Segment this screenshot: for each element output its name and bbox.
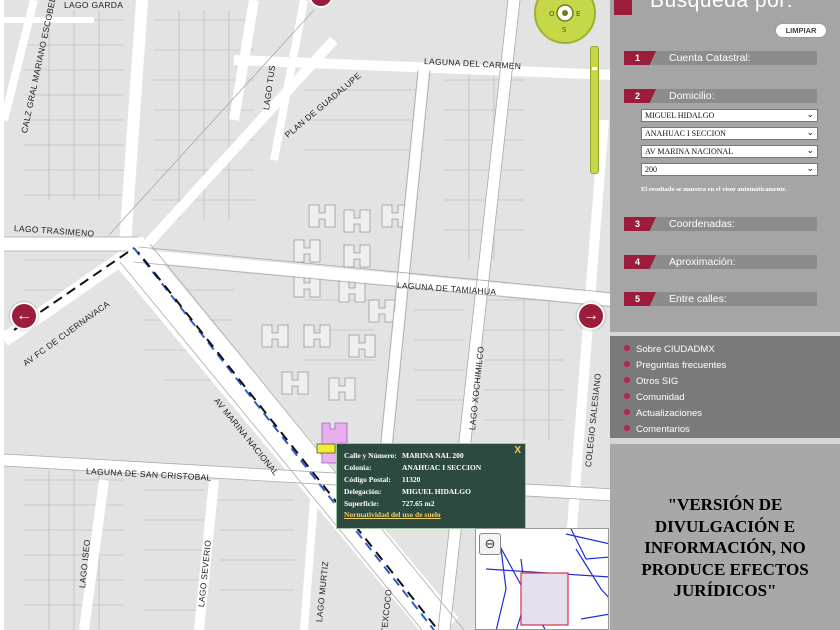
- section-entre-calles[interactable]: 5 Entre calles:: [624, 292, 817, 306]
- overview-map[interactable]: ⊖: [475, 528, 609, 630]
- popup-row: Delegación: MIGUEL HIDALGO: [344, 486, 518, 498]
- section-aproximacion[interactable]: 4 Aproximación:: [624, 255, 817, 269]
- sidebar: Búsqueda por: LIMPIAR 1 Cuenta Catastral…: [610, 0, 840, 630]
- numero-select[interactable]: 200 ⌄: [641, 163, 818, 176]
- legal-disclaimer: "VERSIÓN DE DIVULGACIÓN E INFORMACIÓN, N…: [641, 495, 809, 600]
- popup-row: Colonia: ANAHUAC I SECCION: [344, 462, 518, 474]
- svg-text:S: S: [562, 26, 567, 34]
- popup-close-button[interactable]: X: [514, 445, 521, 456]
- zoom-out-icon: ⊖: [484, 536, 496, 551]
- bullet-icon: [624, 345, 630, 351]
- numero-value: 200: [645, 165, 657, 174]
- delegacion-select[interactable]: MIGUEL HIDALGO ⌄: [641, 109, 818, 122]
- clear-button[interactable]: LIMPIAR: [776, 24, 826, 37]
- link-preguntas-frecuentes[interactable]: Preguntas frecuentes: [624, 360, 726, 371]
- popup-row: Código Postal: 11320: [344, 474, 518, 486]
- chevron-down-icon: ⌄: [806, 164, 814, 174]
- link-otros-sig[interactable]: Otros SIG: [624, 376, 678, 387]
- popup-key: Superficie:: [344, 499, 379, 508]
- link-sobre-ciudadmx[interactable]: Sobre CIUDADMX: [624, 344, 715, 355]
- section-number: 4: [624, 255, 656, 269]
- section-number: 1: [624, 51, 656, 65]
- bullet-icon: [624, 377, 630, 383]
- section-number: 3: [624, 217, 656, 231]
- bullet-icon: [624, 409, 630, 415]
- auto-result-note: El resultado se muestra en el visor auto…: [641, 186, 787, 193]
- popup-value: 727.65 m2: [402, 499, 435, 508]
- colonia-value: ANAHUAC I SECCION: [645, 129, 726, 138]
- section-label: Cuenta Catastral:: [669, 52, 751, 64]
- chevron-down-icon: ⌄: [806, 146, 814, 156]
- disclaimer-panel: "VERSIÓN DE DIVULGACIÓN E INFORMACIÓN, N…: [610, 438, 840, 630]
- link-label: Sobre CIUDADMX: [636, 344, 715, 355]
- link-label: Comunidad: [636, 392, 685, 403]
- popup-value: MIGUEL HIDALGO: [402, 487, 471, 496]
- search-title: Búsqueda por:: [650, 0, 794, 12]
- links-panel: Sobre CIUDADMX Preguntas frecuentes Otro…: [610, 332, 840, 438]
- map-viewer[interactable]: LAGO GARDA CALZ GRAL MARIANO ESCOBEDO LA…: [0, 0, 610, 630]
- chevron-down-icon: ⌄: [806, 110, 814, 120]
- pan-left-button[interactable]: ←: [10, 302, 38, 330]
- app-root: LAGO GARDA CALZ GRAL MARIANO ESCOBEDO LA…: [0, 0, 840, 630]
- popup-value: MARINA NAL 200: [402, 451, 464, 460]
- popup-key: Colonia:: [344, 463, 372, 472]
- popup-key: Delegación:: [344, 487, 382, 496]
- compass-icon: O E S +: [549, 4, 580, 34]
- section-number: 2: [624, 89, 656, 103]
- compass-control[interactable]: O E S +: [534, 0, 596, 44]
- link-actualizaciones[interactable]: Actualizaciones: [624, 408, 702, 419]
- calle-select[interactable]: AV MARINA NACIONAL ⌄: [641, 145, 818, 158]
- colonia-select[interactable]: ANAHUAC I SECCION ⌄: [641, 127, 818, 140]
- arrow-left-icon: ←: [16, 307, 32, 324]
- section-label: Coordenadas:: [669, 218, 735, 230]
- svg-text:E: E: [576, 10, 580, 18]
- section-coordenadas[interactable]: 3 Coordenadas:: [624, 217, 817, 231]
- search-panel: Búsqueda por: LIMPIAR 1 Cuenta Catastral…: [610, 0, 840, 332]
- popup-row: Calle y Número: MARINA NAL 200: [344, 450, 518, 462]
- link-label: Preguntas frecuentes: [636, 360, 727, 371]
- link-label: Actualizaciones: [636, 408, 703, 419]
- popup-value: ANAHUAC I SECCION: [402, 463, 482, 472]
- popup-row: Superficie: 727.65 m2: [344, 498, 518, 510]
- parcel-info-popup: X Calle y Número: MARINA NAL 200 Colonia…: [336, 443, 526, 529]
- arrow-right-icon: →: [583, 307, 599, 324]
- pan-right-button[interactable]: →: [577, 302, 605, 330]
- link-comunidad[interactable]: Comunidad: [624, 392, 685, 403]
- popup-value: 11320: [402, 475, 421, 484]
- section-label: Domicilio:: [669, 90, 715, 102]
- link-label: Comentarios: [636, 424, 690, 435]
- popup-key: Calle y Número:: [344, 451, 397, 460]
- overview-zoom-button[interactable]: ⊖: [479, 533, 501, 555]
- zoom-slider[interactable]: [590, 46, 599, 174]
- bullet-icon: [624, 361, 630, 367]
- link-label: Otros SIG: [636, 376, 679, 387]
- street-label-lago-garda: LAGO GARDA: [64, 0, 124, 10]
- bullet-icon: [624, 393, 630, 399]
- section-label: Entre calles:: [669, 293, 727, 305]
- svg-text:O: O: [549, 10, 555, 18]
- link-comentarios[interactable]: Comentarios: [624, 424, 690, 435]
- search-header: Búsqueda por:: [610, 0, 840, 16]
- section-label: Aproximación:: [669, 256, 736, 268]
- zoom-slider-handle[interactable]: [592, 67, 597, 70]
- bullet-icon: [624, 425, 630, 431]
- chevron-down-icon: ⌄: [806, 128, 814, 138]
- section-cuenta-catastral[interactable]: 1 Cuenta Catastral:: [624, 51, 817, 65]
- calle-value: AV MARINA NACIONAL: [645, 147, 734, 156]
- section-number: 5: [624, 292, 656, 306]
- section-domicilio[interactable]: 2 Domicilio:: [624, 89, 817, 103]
- popup-key: Código Postal:: [344, 475, 391, 484]
- header-accent: [614, 0, 632, 15]
- delegacion-value: MIGUEL HIDALGO: [645, 111, 715, 120]
- land-use-link[interactable]: Normatividad del uso de suelo: [344, 510, 518, 519]
